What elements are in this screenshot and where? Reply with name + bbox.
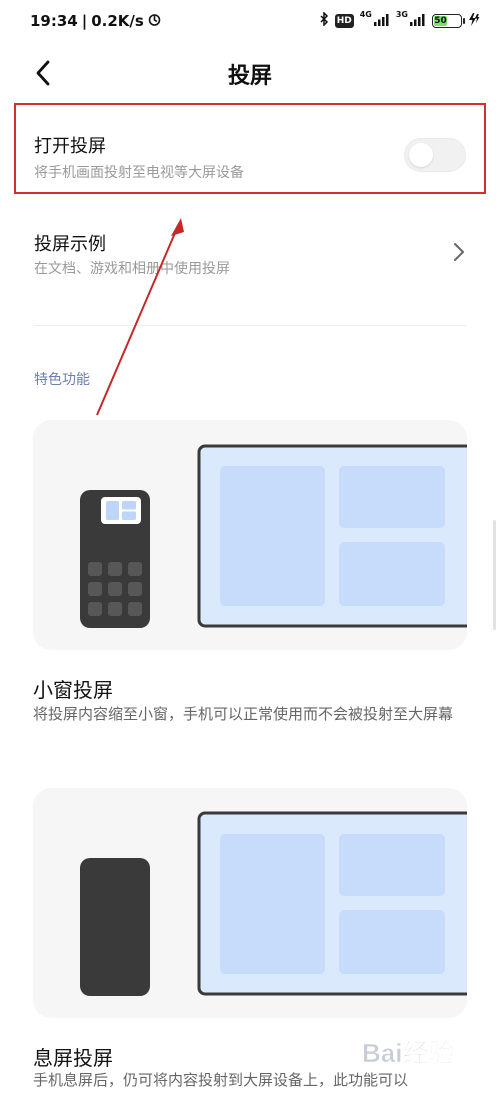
cast-toggle-row[interactable]: 打开投屏 将手机画面投射至电视等大屏设备 <box>0 108 500 192</box>
feature-desc-mini-window: 将投屏内容缩至小窗，手机可以正常使用而不会被投射至大屏幕 <box>33 705 454 723</box>
feature-title-mini-window: 小窗投屏 <box>33 678 113 702</box>
status-bar: 19:34 | 0.2K/s HD 4G 3G 50 <box>0 0 500 44</box>
battery-level: 50 <box>434 15 447 26</box>
data-saver-icon <box>148 12 161 30</box>
hd-badge: HD <box>334 13 354 28</box>
mini-window-illustration <box>80 444 467 628</box>
screen-off-illustration <box>80 811 467 996</box>
page-title: 投屏 <box>227 64 272 89</box>
watermark-text: Bai经验 <box>362 1038 454 1068</box>
cast-examples-subtitle: 在文档、游戏和相册中使用投屏 <box>34 261 230 277</box>
bluetooth-icon <box>319 11 329 29</box>
chevron-right-icon <box>454 243 464 261</box>
cast-toggle-subtitle: 将手机画面投射至电视等大屏设备 <box>34 165 244 181</box>
status-time: 19:34 <box>30 12 78 30</box>
baidu-watermark-logo: Bai经验 <box>358 1028 490 1078</box>
status-right: HD 4G 3G 50 <box>319 10 480 29</box>
feature-card-mini-window <box>33 420 467 650</box>
status-separator: | <box>81 12 88 30</box>
feature-card-screen-off <box>33 788 467 1018</box>
status-left: 19:34 | 0.2K/s <box>30 12 161 30</box>
scrollbar[interactable] <box>493 520 496 630</box>
toggle-knob <box>409 143 433 167</box>
cast-examples-row[interactable]: 投屏示例 在文档、游戏和相册中使用投屏 <box>0 212 500 302</box>
cast-toggle-switch[interactable] <box>404 138 466 172</box>
network-label-1: 4G <box>359 10 372 19</box>
feature-title-screen-off: 息屏投屏 <box>33 1046 113 1070</box>
divider <box>34 325 466 326</box>
cast-examples-title: 投屏示例 <box>34 234 106 255</box>
signal-icon-1 <box>373 13 390 29</box>
signal-icon-2 <box>410 13 426 29</box>
charging-icon <box>468 12 480 29</box>
network-label-2: 3G <box>395 10 408 19</box>
cast-toggle-title: 打开投屏 <box>34 136 106 157</box>
battery-icon: 50 <box>432 13 465 28</box>
section-label: 特色功能 <box>34 372 90 388</box>
status-speed: 0.2K/s <box>91 12 144 30</box>
header: 投屏 <box>0 50 500 96</box>
